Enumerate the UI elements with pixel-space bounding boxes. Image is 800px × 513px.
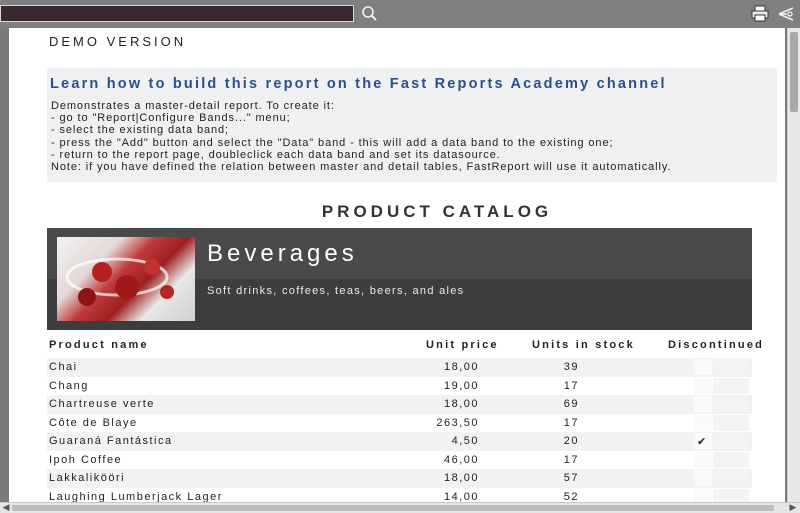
- viewer-toolbar: [0, 0, 800, 28]
- unit-price: 18,00: [443, 398, 479, 410]
- product-name: Chang: [49, 379, 89, 392]
- catalog-title: PRODUCT CATALOG: [321, 202, 553, 221]
- product-table: Chai 18,00 39 Chang 19,00 17 Chartreuse …: [47, 358, 752, 502]
- category-description: Soft drinks, coffees, teas, beers, and a…: [207, 285, 465, 297]
- category-image: [57, 237, 195, 321]
- units-in-stock: 17: [563, 379, 579, 392]
- units-in-stock: 69: [563, 398, 579, 410]
- unit-price: 18,00: [443, 472, 479, 484]
- column-header-stock: Units in stock: [532, 339, 635, 351]
- column-header-discontinued: Discontinued: [668, 339, 765, 351]
- product-name: Ipoh Coffee: [49, 453, 123, 466]
- product-name: Laughing Lumberjack Lager: [49, 490, 223, 503]
- table-row: Ipoh Coffee 46,00 17: [47, 451, 752, 470]
- product-name: Côte de Blaye: [49, 416, 138, 429]
- unit-price: 14,00: [443, 490, 479, 503]
- units-in-stock: 20: [563, 435, 579, 447]
- units-in-stock: 52: [563, 490, 579, 503]
- search-input[interactable]: [0, 5, 354, 22]
- search-icon[interactable]: [360, 4, 380, 24]
- column-header-name: Product name: [49, 339, 149, 351]
- product-name: Guaraná Fantástica: [49, 435, 173, 447]
- product-name: Chartreuse verte: [49, 398, 155, 410]
- units-in-stock: 17: [563, 453, 579, 466]
- unit-price: 46,00: [443, 453, 479, 466]
- academy-link[interactable]: Learn how to build this report on the Fa…: [50, 76, 667, 92]
- units-in-stock: 39: [563, 361, 579, 373]
- category-banner: Beverages Soft drinks, coffees, teas, be…: [47, 228, 752, 330]
- demo-version-label: DEMO VERSION: [49, 34, 187, 49]
- table-row: Guaraná Fantástica 4,50 20 ✔: [47, 432, 752, 451]
- unit-price: 18,00: [443, 361, 479, 373]
- units-in-stock: 57: [563, 472, 579, 484]
- units-in-stock: 17: [563, 416, 579, 429]
- table-row: Chang 19,00 17: [47, 377, 752, 396]
- horizontal-scrollbar[interactable]: ◀ ▶: [0, 502, 800, 513]
- report-viewer: DEMO VERSION Learn how to build this rep…: [0, 28, 800, 502]
- info-panel: Learn how to build this report on the Fa…: [47, 68, 777, 182]
- table-row: Laughing Lumberjack Lager 14,00 52: [47, 488, 752, 503]
- unit-price: 19,00: [443, 379, 479, 392]
- export-icon[interactable]: [776, 4, 796, 24]
- discontinued-check-icon: ✔: [697, 436, 708, 448]
- vertical-scroll-thumb[interactable]: [790, 32, 798, 112]
- product-name: Chai: [49, 361, 78, 373]
- vertical-scrollbar[interactable]: [787, 28, 800, 502]
- table-row: Chai 18,00 39: [47, 358, 752, 377]
- table-row: Côte de Blaye 263,50 17: [47, 414, 752, 433]
- report-description: Demonstrates a master-detail report. To …: [51, 100, 672, 174]
- report-page: DEMO VERSION Learn how to build this rep…: [9, 28, 785, 502]
- print-icon[interactable]: [750, 4, 770, 24]
- category-name: Beverages: [207, 240, 358, 267]
- column-header-price: Unit price: [426, 339, 499, 351]
- table-row: Lakkalikööri 18,00 57: [47, 469, 752, 488]
- unit-price: 4,50: [451, 435, 479, 447]
- table-row: Chartreuse verte 18,00 69: [47, 395, 752, 414]
- horizontal-scroll-thumb[interactable]: [12, 505, 774, 511]
- product-name: Lakkalikööri: [49, 472, 126, 484]
- unit-price: 263,50: [436, 416, 479, 429]
